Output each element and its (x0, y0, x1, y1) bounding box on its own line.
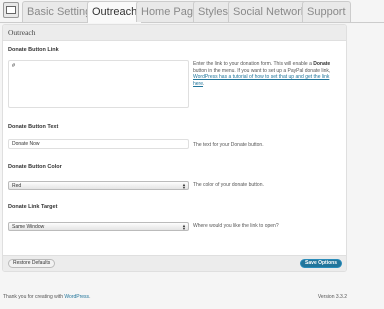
outreach-panel: Outreach Donate Button Link # Enter the … (2, 24, 347, 272)
donate-link-help-end: . (203, 80, 205, 87)
footer-thanks-text: Thank you for creating with (3, 294, 65, 300)
footer-version: Version 3.3.2 (317, 294, 347, 300)
donate-link-help-text: Enter the link to your donation form. Th… (193, 61, 314, 67)
donate-text-help: The text for your Donate button. (193, 142, 264, 148)
restore-defaults-button[interactable]: Restore Defaults (8, 259, 56, 268)
save-options-button[interactable]: Save Options (300, 259, 342, 268)
donate-color-help: The color of your donate button. (193, 182, 264, 188)
donate-text-label: Donate Button Text (8, 124, 59, 130)
donate-color-label: Donate Button Color (8, 164, 62, 170)
panel-title: Outreach (3, 25, 346, 41)
tab-styles[interactable]: Styles (193, 1, 233, 22)
footer-thanks: Thank you for creating with WordPress. (3, 294, 90, 300)
paypal-tutorial-link[interactable]: WordPress has a tutorial of how to set t… (193, 74, 329, 87)
link-target-value: Same Window (12, 224, 45, 230)
link-target-label: Donate Link Target (8, 204, 58, 210)
donate-color-value: Red (12, 183, 22, 189)
footer-thanks-end: . (89, 294, 91, 300)
tab-outreach[interactable]: Outreach (87, 1, 143, 23)
panel-footer: Restore Defaults Save Options (3, 255, 346, 271)
donate-link-label: Donate Button Link (8, 47, 59, 53)
donate-text-input[interactable]: Donate Now (8, 139, 189, 149)
up-down-arrows-icon: ▲ ▼ (182, 182, 186, 190)
tab-support[interactable]: Support (302, 1, 351, 22)
link-target-help: Where would you like the link to open? (193, 223, 279, 229)
donate-link-help-text-2: button in the menu. If you want to set u… (193, 67, 331, 74)
settings-screen-icon (3, 2, 19, 18)
donate-link-help: Enter the link to your donation form. Th… (193, 61, 333, 87)
donate-link-help-bold: Donate (313, 61, 331, 67)
nav-tabs: Basic Settings Outreach Home Page Styles… (0, 0, 384, 23)
up-down-arrows-icon: ▲ ▼ (182, 223, 186, 231)
wordpress-link[interactable]: WordPress (64, 294, 89, 300)
donate-link-textarea[interactable]: # (8, 60, 189, 108)
donate-color-select[interactable]: Red ▲ ▼ (8, 181, 189, 190)
link-target-select[interactable]: Same Window ▲ ▼ (8, 222, 189, 231)
